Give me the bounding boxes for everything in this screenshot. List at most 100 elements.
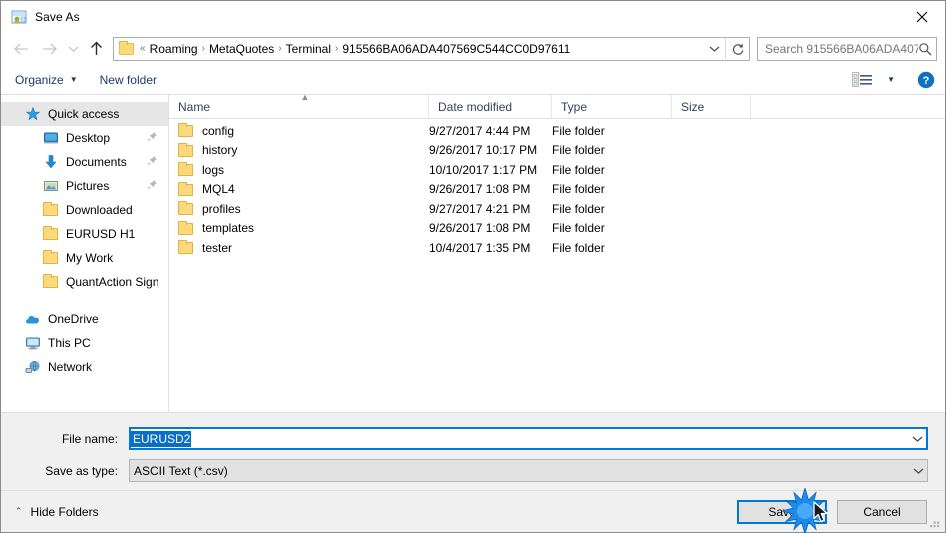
- table-row[interactable]: history 9/26/2017 10:17 PM File folder: [169, 141, 945, 161]
- sidebar-item-pictures[interactable]: Pictures: [1, 174, 168, 198]
- breadcrumb-item-1[interactable]: MetaQuotes: [206, 42, 277, 56]
- forward-button[interactable]: [35, 36, 63, 62]
- search-icon: [919, 42, 932, 55]
- file-date: 9/27/2017 4:44 PM: [429, 123, 531, 138]
- filetype-row: Save as type: ASCII Text (*.csv): [18, 459, 928, 482]
- column-header-date-modified[interactable]: Date modified: [429, 95, 552, 118]
- file-name-cell: templates: [169, 220, 429, 236]
- new-folder-button[interactable]: New folder: [100, 73, 157, 87]
- chevron-down-icon: [913, 468, 924, 474]
- help-button[interactable]: ?: [917, 71, 935, 89]
- sidebar-item-network[interactable]: Network: [1, 355, 168, 379]
- sidebar-item-quantaction-signal[interactable]: QuantAction Signal: [1, 270, 168, 294]
- file-name: MQL4: [202, 182, 235, 197]
- table-row[interactable]: config 9/27/2017 4:44 PM File folder: [169, 121, 945, 141]
- organize-button[interactable]: Organize ▼: [15, 73, 78, 87]
- folder-icon: [178, 201, 194, 216]
- file-date: 9/26/2017 1:08 PM: [429, 182, 531, 197]
- file-type: File folder: [552, 162, 605, 177]
- breadcrumb-item-0[interactable]: Roaming: [147, 42, 201, 56]
- refresh-button[interactable]: [725, 36, 749, 61]
- folder-icon: [43, 274, 59, 290]
- filetype-dropdown-button[interactable]: [910, 460, 927, 481]
- filetype-value: ASCII Text (*.csv): [134, 463, 228, 478]
- filename-row: File name: EURUSD2: [18, 427, 928, 450]
- filename-dropdown-button[interactable]: [909, 429, 926, 448]
- search-box[interactable]: Search 915566BA06ADA40756...: [757, 36, 937, 61]
- sidebar-item-label: QuantAction Signal: [66, 275, 158, 289]
- folder-icon: [178, 162, 194, 177]
- sidebar-item-eurusd-h1[interactable]: EURUSD H1: [1, 222, 168, 246]
- navigation-bar: « Roaming › MetaQuotes › Terminal › 9155…: [1, 32, 945, 65]
- table-row[interactable]: tester 10/4/2017 1:35 PM File folder: [169, 238, 945, 258]
- file-date: 9/26/2017 10:17 PM: [429, 143, 538, 158]
- sidebar-item-downloaded[interactable]: Downloaded: [1, 198, 168, 222]
- breadcrumb-item-2[interactable]: Terminal: [283, 42, 334, 56]
- pin-icon[interactable]: [147, 155, 158, 169]
- chevron-down-icon: ▼: [69, 75, 78, 84]
- chevron-down-icon: [68, 46, 78, 52]
- sidebar-item-label: Desktop: [66, 131, 111, 145]
- cancel-button[interactable]: Cancel: [837, 499, 927, 524]
- folder-icon: [178, 181, 194, 196]
- documents-icon: [43, 154, 59, 170]
- search-input[interactable]: Search 915566BA06ADA40756...: [765, 42, 918, 56]
- sidebar-item-label: OneDrive: [48, 312, 99, 326]
- sort-indicator: ▲: [300, 92, 310, 102]
- sidebar-item-documents[interactable]: Documents: [1, 150, 168, 174]
- chevron-down-icon: [709, 46, 719, 52]
- close-icon: [916, 11, 928, 22]
- up-button[interactable]: [83, 36, 109, 62]
- filetype-select[interactable]: ASCII Text (*.csv): [129, 459, 928, 482]
- breadcrumb: « Roaming › MetaQuotes › Terminal › 9155…: [139, 42, 703, 56]
- resize-grip[interactable]: [928, 516, 941, 529]
- hide-folders-button[interactable]: ⌃ Hide Folders: [15, 505, 99, 519]
- file-name: templates: [202, 221, 255, 236]
- file-name: profiles: [202, 201, 241, 216]
- sidebar-item-label: Documents: [66, 155, 127, 169]
- file-type: File folder: [552, 240, 605, 255]
- window-title: Save As: [35, 9, 80, 24]
- file-date: 10/4/2017 1:35 PM: [429, 240, 531, 255]
- file-type: File folder: [552, 182, 605, 197]
- sidebar-item-quick-access[interactable]: Quick access: [1, 102, 168, 126]
- close-button[interactable]: [899, 1, 945, 32]
- table-row[interactable]: logs 10/10/2017 1:17 PM File folder: [169, 160, 945, 180]
- filename-input[interactable]: EURUSD2: [129, 427, 928, 450]
- command-toolbar: Organize ▼ New folder ▼ ?: [1, 65, 945, 94]
- filename-value[interactable]: EURUSD2: [131, 430, 192, 447]
- recent-locations-button[interactable]: [63, 36, 83, 62]
- table-row[interactable]: templates 9/26/2017 1:08 PM File folder: [169, 219, 945, 239]
- pin-icon[interactable]: [147, 131, 158, 145]
- folder-icon: [119, 40, 135, 56]
- sidebar-item-desktop[interactable]: Desktop: [1, 126, 168, 150]
- svg-text:?: ?: [923, 75, 930, 87]
- view-mode-button[interactable]: ▼: [852, 72, 895, 88]
- chevron-down-icon: ▼: [887, 75, 895, 84]
- back-button[interactable]: [7, 36, 35, 62]
- help-icon: ?: [917, 71, 935, 88]
- file-type: File folder: [552, 221, 605, 236]
- sidebar-item-onedrive[interactable]: OneDrive: [1, 307, 168, 331]
- column-header-type[interactable]: Type: [552, 95, 672, 118]
- table-row[interactable]: profiles 9/27/2017 4:21 PM File folder: [169, 199, 945, 219]
- file-name-cell: MQL4: [169, 181, 429, 197]
- sidebar-item-label: EURUSD H1: [66, 227, 136, 241]
- breadcrumb-overflow[interactable]: «: [139, 43, 147, 54]
- breadcrumb-item-3[interactable]: 915566BA06ADA407569C544CC0D97611: [339, 42, 573, 56]
- sidebar-item-my-work[interactable]: My Work: [1, 246, 168, 270]
- address-bar[interactable]: « Roaming › MetaQuotes › Terminal › 9155…: [113, 36, 750, 61]
- sidebar-item-this-pc[interactable]: This PC: [1, 331, 168, 355]
- filetype-label: Save as type:: [45, 463, 118, 478]
- table-row[interactable]: MQL4 9/26/2017 1:08 PM File folder: [169, 180, 945, 200]
- sidebar-item-label: Network: [48, 360, 93, 374]
- folder-icon: [178, 240, 194, 255]
- thispc-icon: [25, 335, 41, 351]
- column-headers: ▲ Name Date modified Type Size: [169, 92, 945, 119]
- arrow-left-icon: [13, 43, 28, 54]
- save-button[interactable]: Save: [737, 499, 827, 524]
- pin-icon[interactable]: [147, 179, 158, 193]
- column-header-size[interactable]: Size: [672, 95, 751, 118]
- address-dropdown-button[interactable]: [703, 38, 725, 60]
